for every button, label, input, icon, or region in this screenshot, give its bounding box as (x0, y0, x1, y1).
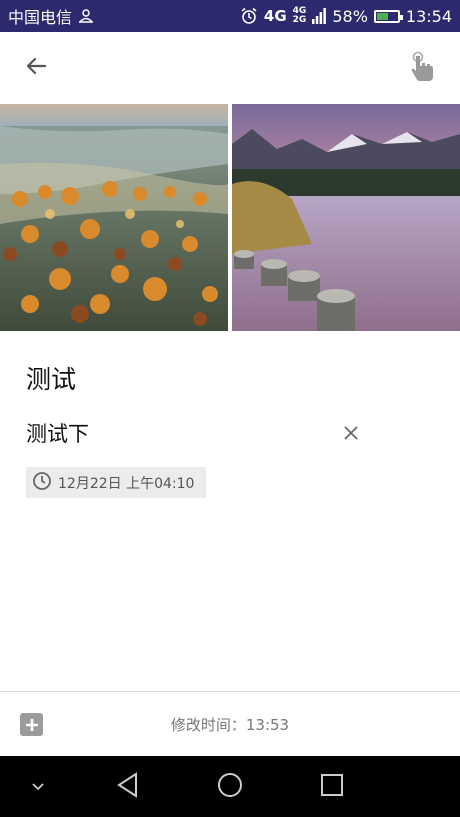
arrow-left-icon (24, 54, 48, 82)
circle-home-icon (217, 772, 243, 802)
note-item-row: 测试下 (26, 418, 366, 450)
clock-icon (32, 471, 52, 495)
landscape-photo-mountain-lake[interactable] (232, 104, 460, 331)
network-type: 4G (263, 7, 287, 25)
network-small: 4G 2G (293, 7, 307, 25)
triangle-back-icon (116, 771, 140, 802)
nav-hide-button[interactable] (8, 756, 68, 817)
alarm-icon (240, 7, 258, 25)
battery-percent: 58% (332, 6, 368, 26)
battery-fill (376, 12, 389, 20)
reminder-text: 12月22日 上午04:10 (58, 475, 195, 492)
square-recents-icon (320, 773, 344, 801)
reminder-chip[interactable]: 12月22日 上午04:10 (26, 467, 206, 498)
status-right: 4G 4G 2G 58% 13:54 (240, 0, 452, 32)
bottom-bar: 修改时间：13:53 (0, 692, 460, 756)
carrier-name: 中国电信 (8, 8, 73, 27)
touch-mode-button[interactable] (404, 48, 440, 88)
signal-icon (312, 8, 327, 24)
landscape-photo-autumn-grassland[interactable] (0, 104, 228, 331)
close-icon (343, 425, 359, 445)
hand-pointer-icon (409, 51, 435, 85)
status-left: 中国电信 (8, 0, 94, 32)
note-images (0, 104, 460, 331)
system-nav-bar (0, 756, 460, 817)
note-title[interactable]: 测试 (26, 360, 76, 396)
back-button[interactable] (18, 50, 54, 86)
nav-home-button[interactable] (200, 756, 260, 817)
nav-back-button[interactable] (98, 756, 158, 817)
modified-time: 修改时间：13:53 (170, 716, 290, 734)
note-item-text[interactable]: 测试下 (26, 418, 89, 448)
network-small-bottom: 2G (292, 15, 307, 25)
nav-recents-button[interactable] (302, 756, 362, 817)
status-bar: 中国电信 4G 4G 2G 58% 13:54 (0, 0, 460, 32)
battery-icon (373, 9, 403, 23)
remove-item-button[interactable] (336, 420, 366, 450)
clock: 13:54 (405, 6, 452, 26)
people-icon (78, 9, 94, 23)
toolbar (0, 32, 460, 104)
chevron-down-icon (31, 777, 45, 796)
